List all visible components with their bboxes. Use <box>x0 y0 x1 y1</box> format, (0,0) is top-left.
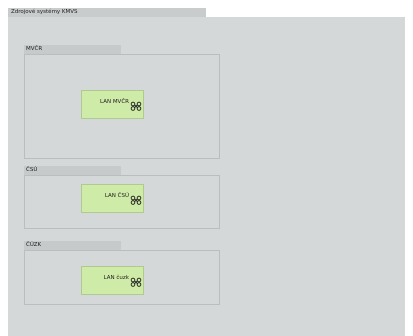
node-lan-mvcr[interactable]: LAN MVČR <box>81 90 144 119</box>
node-label: LAN čuzk <box>103 275 129 281</box>
group-box-csu: LAN ČSÚ <box>24 175 220 229</box>
group-box-mvcr: LAN MVČR <box>24 54 220 159</box>
node-lan-cuzk[interactable]: LAN čuzk <box>81 266 144 295</box>
node-label: LAN MVČR <box>100 99 129 105</box>
group-tab-cuzk[interactable]: ČÚZK <box>24 241 121 250</box>
network-icon <box>130 190 142 205</box>
group-tab-mvcr[interactable]: MVČR <box>24 45 121 54</box>
network-icon <box>130 272 142 287</box>
group-tab-csu[interactable]: ČSÚ <box>24 166 121 175</box>
node-label: LAN ČSÚ <box>104 193 129 199</box>
node-lan-csu[interactable]: LAN ČSÚ <box>81 184 144 213</box>
diagram-canvas: Zdrojové systémy KMVS MVČR LAN MVČR ČSÚ … <box>0 0 413 336</box>
network-icon <box>130 96 142 111</box>
root-group-title[interactable]: Zdrojové systémy KMVS <box>8 8 206 17</box>
group-box-cuzk: LAN čuzk <box>24 250 220 305</box>
